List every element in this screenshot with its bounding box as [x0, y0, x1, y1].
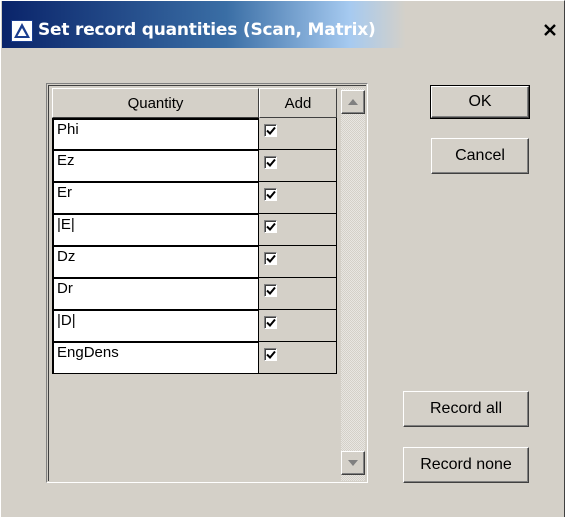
- quantity-cell[interactable]: Ez: [52, 150, 259, 182]
- checkmark-icon: [266, 318, 276, 327]
- record-none-button[interactable]: Record none: [403, 447, 529, 483]
- checkmark-icon: [266, 254, 276, 263]
- add-cell: [259, 214, 337, 246]
- grid-body: Quantity Add Phi Ez Er |E| Dz Dr |D| EngDens: [48, 85, 366, 481]
- ok-button[interactable]: OK: [430, 85, 530, 119]
- scroll-down-button[interactable]: [341, 451, 365, 475]
- quantity-cell[interactable]: EngDens: [52, 342, 259, 374]
- add-cell: [259, 118, 337, 150]
- app-triangle-icon: [11, 20, 33, 42]
- add-checkbox[interactable]: [264, 284, 277, 297]
- add-cell: [259, 310, 337, 342]
- table-row: Er: [52, 182, 337, 214]
- window-title: Set record quantities (Scan, Matrix): [38, 20, 376, 40]
- quantity-cell[interactable]: Er: [52, 182, 259, 214]
- table-row: EngDens: [52, 342, 337, 374]
- add-cell: [259, 342, 337, 374]
- checkmark-icon: [266, 126, 276, 135]
- add-checkbox[interactable]: [264, 156, 277, 169]
- add-checkbox[interactable]: [264, 124, 277, 137]
- table-row: Dz: [52, 246, 337, 278]
- record-all-button[interactable]: Record all: [403, 391, 529, 427]
- add-cell: [259, 150, 337, 182]
- table-row: |E|: [52, 214, 337, 246]
- checkmark-icon: [266, 286, 276, 295]
- table-row: Dr: [52, 278, 337, 310]
- quantity-cell[interactable]: |D|: [52, 310, 259, 342]
- table-row: Ez: [52, 150, 337, 182]
- checkmark-icon: [266, 222, 276, 231]
- table-row: |D|: [52, 310, 337, 342]
- cancel-button[interactable]: Cancel: [431, 138, 529, 174]
- add-checkbox[interactable]: [264, 348, 277, 361]
- add-checkbox[interactable]: [264, 188, 277, 201]
- add-checkbox[interactable]: [264, 252, 277, 265]
- arrow-down-icon: [348, 460, 358, 466]
- dialog-window: Set record quantities (Scan, Matrix) Qua…: [0, 0, 565, 517]
- quantity-grid: Quantity Add Phi Ez Er |E| Dz Dr |D| EngDens: [46, 83, 368, 483]
- vertical-scrollbar[interactable]: [341, 88, 365, 481]
- table-row: Phi: [52, 118, 337, 150]
- scroll-up-button[interactable]: [341, 90, 365, 114]
- quantity-cell[interactable]: Dr: [52, 278, 259, 310]
- column-header-add[interactable]: Add: [259, 88, 337, 118]
- checkmark-icon: [266, 158, 276, 167]
- add-checkbox[interactable]: [264, 316, 277, 329]
- close-icon[interactable]: [539, 20, 561, 41]
- quantity-cell[interactable]: Phi: [52, 118, 259, 150]
- checkmark-icon: [266, 350, 276, 359]
- add-cell: [259, 278, 337, 310]
- column-header-quantity[interactable]: Quantity: [52, 88, 259, 118]
- quantity-cell[interactable]: |E|: [52, 214, 259, 246]
- quantity-cell[interactable]: Dz: [52, 246, 259, 278]
- title-bar[interactable]: Set record quantities (Scan, Matrix): [2, 1, 563, 48]
- add-checkbox[interactable]: [264, 220, 277, 233]
- add-cell: [259, 246, 337, 278]
- add-cell: [259, 182, 337, 214]
- checkmark-icon: [266, 190, 276, 199]
- arrow-up-icon: [348, 99, 358, 105]
